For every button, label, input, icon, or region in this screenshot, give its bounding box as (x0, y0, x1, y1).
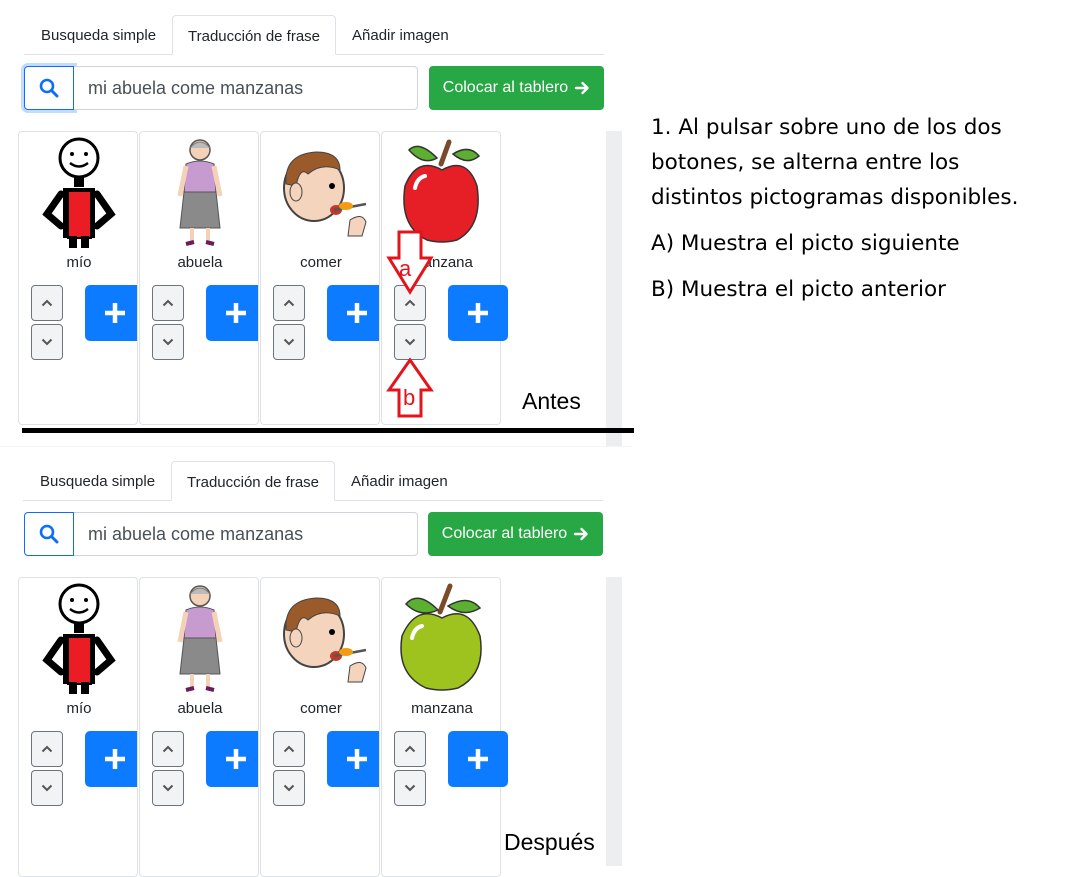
previous-picto-button[interactable] (152, 324, 184, 360)
person-holding-red-object-pictogram (19, 582, 137, 694)
pictogram-card: mío (18, 577, 138, 877)
card-word: abuela (177, 700, 223, 717)
card-word: comer (300, 700, 342, 717)
add-button[interactable] (85, 285, 137, 341)
chevron-up-icon (283, 299, 295, 307)
arrow-right-icon (574, 527, 588, 541)
tab-busqueda-simple[interactable]: Busqueda simple (25, 461, 170, 499)
search-icon (39, 524, 59, 544)
instruction-a: A) Muestra el picto siguiente (651, 231, 960, 256)
chevron-up-icon (404, 745, 416, 753)
place-on-board-label: Colocar al tablero (442, 79, 569, 96)
pictogram-card: mío (18, 131, 138, 425)
chevron-up-icon (162, 299, 174, 307)
panel-before: Busqueda simple Traducción de frase Añad… (0, 0, 632, 446)
annotation-a-label: a (399, 256, 412, 281)
chevron-up-icon (41, 745, 53, 753)
next-picto-button[interactable] (273, 731, 305, 767)
card-word: comer (300, 254, 342, 271)
previous-picto-button[interactable] (31, 770, 63, 806)
plus-icon (226, 749, 246, 769)
plus-icon (468, 749, 488, 769)
annotation-b-label: b (403, 385, 416, 410)
plus-icon (105, 303, 125, 323)
chevron-down-icon (41, 338, 53, 346)
plus-icon (105, 749, 125, 769)
add-button[interactable] (327, 731, 379, 787)
chevron-up-icon (41, 299, 53, 307)
chevron-up-icon (283, 745, 295, 753)
previous-picto-button[interactable] (31, 324, 63, 360)
place-on-board-button[interactable]: Colocar al tablero (429, 66, 604, 110)
add-button[interactable] (448, 285, 508, 341)
card-word: manzana (411, 700, 473, 717)
pictogram-card: comer (260, 577, 380, 877)
chevron-up-icon (162, 745, 174, 753)
previous-picto-button[interactable] (273, 770, 305, 806)
next-picto-button[interactable] (394, 731, 426, 767)
after-label: Después (504, 829, 595, 855)
pictogram-card: abuela (139, 131, 259, 425)
instruction-main: 1. Al pulsar sobre uno de los dos botone… (651, 115, 1019, 210)
place-on-board-label: Colocar al tablero (441, 525, 568, 542)
place-on-board-button[interactable]: Colocar al tablero (428, 512, 603, 556)
pictogram-card: manzana (381, 577, 508, 877)
add-button[interactable] (206, 285, 258, 341)
tab-anadir-imagen[interactable]: Añadir imagen (336, 461, 463, 499)
tab-bar: Busqueda simple Traducción de frase Añad… (23, 461, 603, 501)
add-button[interactable] (85, 731, 137, 787)
plus-icon (347, 749, 367, 769)
arrow-right-icon (575, 81, 589, 95)
instructions-text: 1. Al pulsar sobre uno de los dos botone… (651, 110, 1051, 318)
chevron-down-icon (404, 784, 416, 792)
search-row: Colocar al tablero (24, 66, 604, 112)
grandmother-pictogram (140, 582, 258, 694)
chevron-down-icon (162, 784, 174, 792)
tab-bar: Busqueda simple Traducción de frase Añad… (24, 15, 604, 55)
tab-traduccion-frase[interactable]: Traducción de frase (172, 15, 337, 55)
chevron-down-icon (162, 338, 174, 346)
boy-eating-pictogram (261, 136, 379, 248)
plus-icon (347, 303, 367, 323)
panel-after: Busqueda simple Traducción de frase Añad… (0, 447, 632, 877)
next-picto-button[interactable] (152, 731, 184, 767)
plus-icon (468, 303, 488, 323)
green-apple-pictogram (382, 582, 502, 694)
search-input[interactable] (74, 66, 418, 110)
add-button[interactable] (327, 285, 379, 341)
previous-picto-button[interactable] (152, 770, 184, 806)
next-picto-button[interactable] (273, 285, 305, 321)
next-picto-button[interactable] (31, 731, 63, 767)
before-label: Antes (522, 388, 581, 414)
previous-picto-button[interactable] (394, 770, 426, 806)
person-holding-red-object-pictogram (19, 136, 137, 248)
pictogram-card: comer (260, 131, 380, 425)
search-row: Colocar al tablero (24, 512, 604, 558)
tab-anadir-imagen[interactable]: Añadir imagen (337, 15, 464, 53)
previous-picto-button[interactable] (273, 324, 305, 360)
search-button[interactable] (24, 512, 74, 556)
search-icon (39, 78, 59, 98)
divider (22, 428, 634, 433)
tab-traduccion-frase[interactable]: Traducción de frase (171, 461, 336, 501)
grandmother-pictogram (140, 136, 258, 248)
pictogram-card: abuela (139, 577, 259, 877)
next-picto-button[interactable] (31, 285, 63, 321)
search-input[interactable] (74, 512, 418, 556)
tab-busqueda-simple[interactable]: Busqueda simple (26, 15, 171, 53)
card-word: abuela (177, 254, 223, 271)
add-button[interactable] (206, 731, 258, 787)
add-button[interactable] (448, 731, 508, 787)
instruction-b: B) Muestra el picto anterior (651, 277, 947, 302)
chevron-down-icon (283, 784, 295, 792)
plus-icon (226, 303, 246, 323)
boy-eating-pictogram (261, 582, 379, 694)
chevron-down-icon (283, 338, 295, 346)
search-button[interactable] (24, 66, 74, 110)
next-picto-button[interactable] (152, 285, 184, 321)
card-word: mío (66, 254, 92, 271)
pictogram-cards: mío abuela comer manzana (18, 131, 622, 427)
card-word: mío (66, 700, 92, 717)
chevron-down-icon (41, 784, 53, 792)
